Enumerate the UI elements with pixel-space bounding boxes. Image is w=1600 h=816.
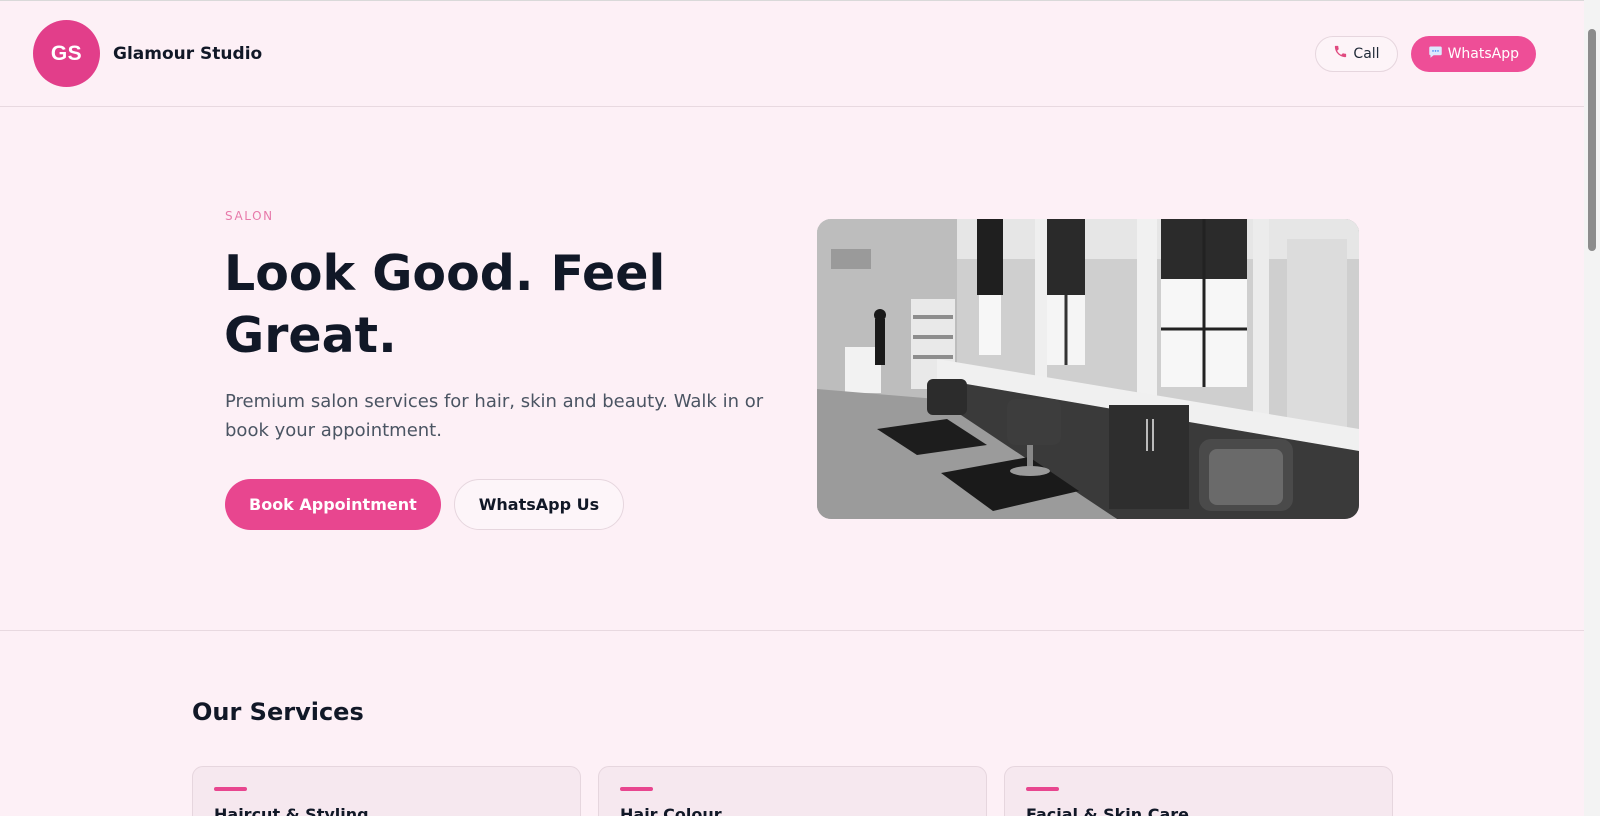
service-card-haircut[interactable]: Haircut & Styling (192, 766, 581, 816)
card-accent-bar (1026, 787, 1059, 791)
hero-buttons: Book Appointment WhatsApp Us (225, 479, 625, 530)
salon-interior-image (817, 219, 1359, 519)
services-list: Haircut & Styling Hair Colour Facial & S… (192, 766, 1393, 816)
scrollbar-thumb[interactable] (1588, 29, 1596, 251)
brand-name: Glamour Studio (113, 43, 263, 64)
hero-title: Look Good. Feel Great. (224, 245, 666, 364)
call-button[interactable]: Call (1315, 35, 1398, 72)
service-title: Haircut & Styling (214, 805, 369, 816)
phone-icon (1333, 44, 1348, 63)
salon-interior-illustration (817, 219, 1359, 519)
services-title: Our Services (192, 698, 364, 726)
hero-section: SALON Look Good. Feel Great. Premium sal… (0, 108, 1584, 631)
brand-logo: GS (33, 20, 100, 87)
whatsapp-us-button[interactable]: WhatsApp Us (453, 479, 625, 530)
service-title: Facial & Skin Care (1026, 805, 1190, 816)
book-appointment-button[interactable]: Book Appointment (225, 479, 441, 530)
service-card-hair-colour[interactable]: Hair Colour (598, 766, 987, 816)
service-card-facial[interactable]: Facial & Skin Care (1004, 766, 1393, 816)
hero-eyebrow: SALON (225, 209, 274, 223)
hero-subtitle: Premium salon services for hair, skin an… (225, 391, 764, 441)
whatsapp-button[interactable]: WhatsApp (1410, 35, 1536, 72)
chat-bubble-icon (1428, 44, 1443, 63)
card-accent-bar (620, 787, 653, 791)
call-label: Call (1353, 45, 1380, 62)
site-header: GS Glamour Studio Call WhatsApp (0, 1, 1584, 107)
whatsapp-label: WhatsApp (1447, 45, 1519, 62)
brand[interactable]: GS Glamour Studio (33, 20, 262, 87)
page-scrollbar[interactable] (1584, 0, 1600, 816)
header-actions: Call WhatsApp (1315, 35, 1536, 72)
card-accent-bar (214, 787, 247, 791)
service-title: Hair Colour (620, 805, 722, 816)
